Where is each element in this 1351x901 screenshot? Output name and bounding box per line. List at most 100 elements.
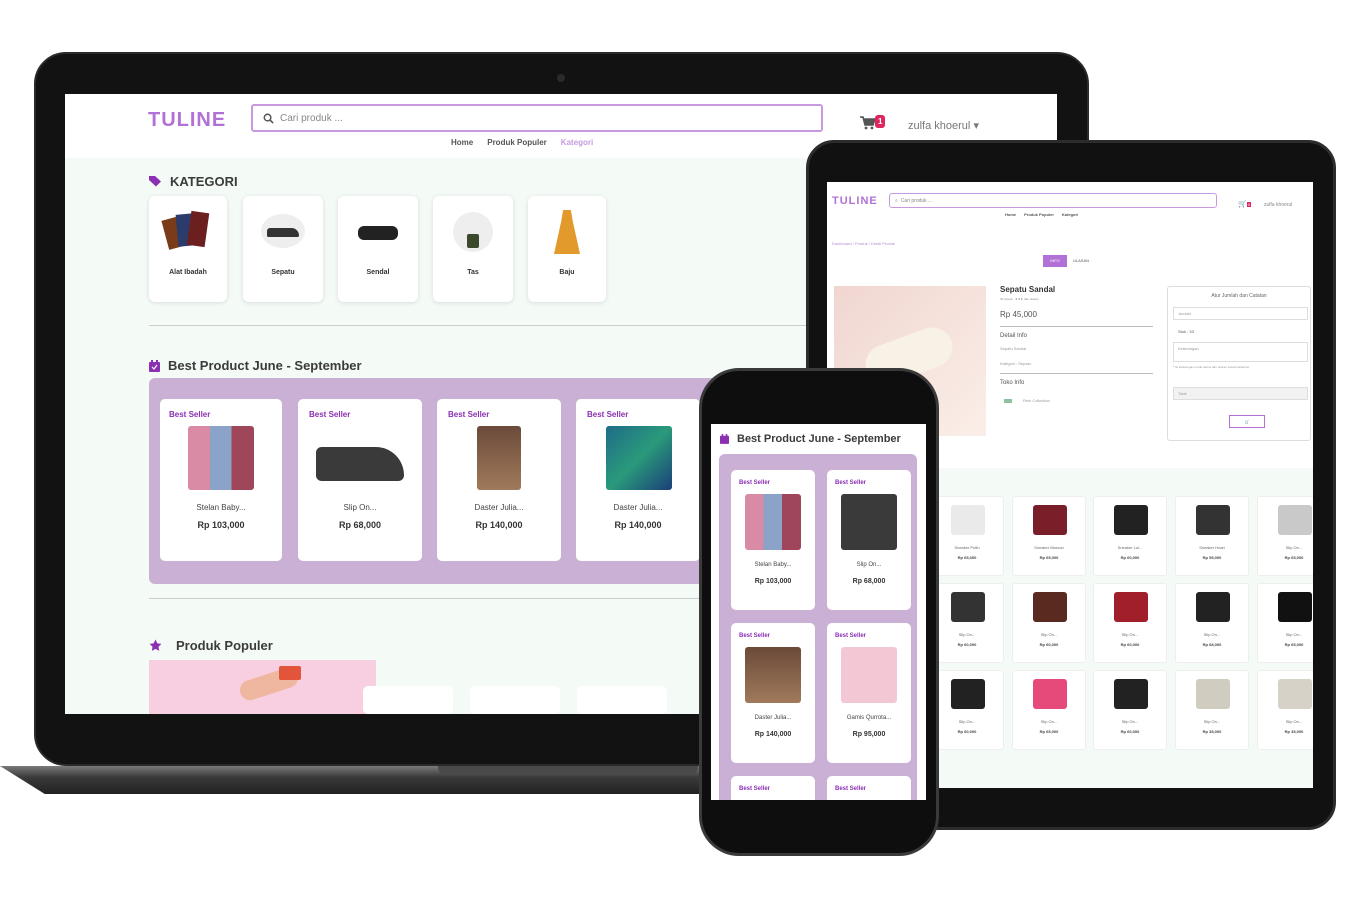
nav-kategori[interactable]: Kategori (561, 138, 593, 147)
tablet-product-card[interactable]: Slip On... Rp 60,000 (1012, 583, 1086, 663)
toko-name[interactable]: Rein Collection (1023, 398, 1050, 403)
star-icon (149, 639, 162, 651)
product-card[interactable]: Best Seller Stelan Baby... Rp 103,000 (160, 399, 282, 561)
product-price: Rp 60,000 (1120, 555, 1140, 560)
phone-product-card[interactable]: Best Seller (731, 776, 815, 800)
nav-home[interactable]: Home (1005, 212, 1016, 217)
product-price: Rp 60,000 (957, 642, 977, 647)
tablet-product-card[interactable]: Slip On... Rp 35,000 (1175, 670, 1249, 750)
tablet-product-card[interactable]: Slip On... Rp 60,000 (1093, 670, 1167, 750)
brand-logo[interactable]: TULINE (148, 109, 226, 132)
product-name: Slip On... (1203, 632, 1221, 637)
product-name: Slip On... (1040, 632, 1058, 637)
product-price: Rp 45,000 (1000, 310, 1037, 319)
product-price: Rp 65,000 (1039, 555, 1059, 560)
tablet-product-card[interactable]: Sneaker Maroon Rp 65,000 (1012, 496, 1086, 576)
product-name: Slip On... (856, 562, 882, 568)
detail-line: Kategori : Sepatu (1000, 361, 1031, 366)
populer-card[interactable] (363, 686, 453, 714)
populer-card[interactable] (470, 686, 560, 714)
populer-banner[interactable] (149, 660, 376, 714)
tablet-product-card[interactable]: Sneaker Hoari Rp 55,000 (1175, 496, 1249, 576)
toko-heading: Toko Info (1000, 380, 1025, 386)
category-card[interactable]: Baju (528, 196, 606, 302)
category-label: Baju (559, 269, 575, 276)
product-price: Rp 68,000 (852, 578, 886, 585)
product-card[interactable]: Best Seller Daster Julia... Rp 140,000 (576, 399, 700, 561)
product-name: Gamis Qurrota... (846, 715, 892, 721)
user-menu[interactable]: zulfa khoerul ▾ (908, 119, 979, 132)
cart-icon: 🛒 (1238, 201, 1247, 208)
phone-product-card[interactable]: Best Seller Daster Julia... Rp 140,000 (731, 623, 815, 763)
category-card[interactable]: Tas (433, 196, 513, 302)
search-input[interactable]: ⌕ Cari produk ... (889, 193, 1217, 208)
category-label: Alat Ibadah (169, 269, 207, 276)
product-price: Rp 65,000 (1284, 642, 1304, 647)
product-image (1278, 679, 1312, 709)
user-name[interactable]: zulfa khoerul (1264, 202, 1292, 208)
detail-line: Sepatu Sandal (1000, 346, 1027, 351)
note-textarea[interactable]: Keterangan (1173, 342, 1308, 362)
nav-kategori[interactable]: Kategori (1062, 212, 1078, 217)
phone-product-card[interactable]: Best Seller (827, 776, 911, 800)
product-price: Rp 55,000 (1202, 555, 1222, 560)
nav-produk-populer[interactable]: Produk Populer (1024, 212, 1054, 217)
brand-logo[interactable]: TULINE (832, 195, 878, 207)
tab-ulasan[interactable]: ULASAN (1073, 258, 1089, 263)
product-name: Sneaker Hoari (1199, 545, 1225, 550)
tablet-product-card[interactable]: Sneaker Putih Rp 65,000 (930, 496, 1004, 576)
product-price: Rp 65,000 (1039, 729, 1059, 734)
populer-card[interactable] (577, 686, 667, 714)
product-price: Rp 35,000 (1202, 729, 1222, 734)
phone-product-card[interactable]: Best Seller Slip On... Rp 68,000 (827, 470, 911, 610)
tablet-product-card[interactable]: Slip On... Rp 60,000 (930, 583, 1004, 663)
tablet-product-card[interactable]: Sneaker Lol... Rp 60,000 (1093, 496, 1167, 576)
product-title: Sepatu Sandal (1000, 285, 1056, 294)
qty-input[interactable]: Jumlah (1173, 307, 1308, 320)
product-image (1278, 505, 1312, 535)
cart-button[interactable]: 🛒0 (1238, 200, 1251, 208)
tablet-product-card[interactable]: Slip On... Rp 35,000 (1257, 670, 1313, 750)
search-placeholder: Cari produk ... (280, 112, 343, 124)
product-price: Rp 35,000 (1284, 729, 1304, 734)
product-image (1196, 592, 1230, 622)
tablet-product-card[interactable]: Slip On... Rp 65,000 (1012, 670, 1086, 750)
note-hint: * Isi keterangan untuk warna dan ukuran … (1173, 365, 1250, 369)
nav-home[interactable]: Home (451, 138, 473, 147)
product-price: Rp 60,000 (1039, 642, 1059, 647)
phone-product-card[interactable]: Best Seller Gamis Qurrota... Rp 95,000 (827, 623, 911, 763)
tablet-product-card[interactable]: Slip On... Rp 60,000 (1093, 583, 1167, 663)
nav-produk-populer[interactable]: Produk Populer (487, 138, 547, 147)
category-card[interactable]: Sendal (338, 196, 418, 302)
product-image (1033, 679, 1067, 709)
breadcrumb[interactable]: Dashboard / Produk / Detail Produk (832, 241, 895, 246)
product-name: Slip On... (1121, 632, 1139, 637)
tablet-product-card[interactable]: Slip On... Rp 65,000 (1257, 496, 1313, 576)
tablet-product-card[interactable]: Slip On... Rp 60,000 (930, 670, 1004, 750)
category-card[interactable]: Sepatu (243, 196, 323, 302)
add-to-cart-button[interactable]: 🛒 (1229, 415, 1265, 428)
product-image (188, 426, 254, 490)
cart-button[interactable]: 1 (860, 115, 886, 135)
tablet-product-card[interactable]: Slip On... Rp 65,000 (1257, 583, 1313, 663)
phone-best-title: Best Product June - September (737, 433, 901, 445)
product-name: Slip On... (1285, 632, 1303, 637)
phone-product-card[interactable]: Best Seller Stelan Baby... Rp 103,000 (731, 470, 815, 610)
product-card[interactable]: Best Seller Daster Julia... Rp 140,000 (437, 399, 561, 561)
product-name: Slip On... (1285, 545, 1303, 550)
product-image (316, 447, 404, 481)
search-input[interactable]: Cari produk ... (251, 104, 823, 132)
product-name: Slip On... (958, 632, 976, 637)
laptop-notch (438, 766, 698, 775)
tab-info[interactable]: INFO (1043, 255, 1067, 267)
product-name: Stelan Baby... (196, 503, 246, 512)
store-logo (1004, 399, 1012, 403)
tablet-product-card[interactable]: Slip On... Rp 68,000 (1175, 583, 1249, 663)
category-card[interactable]: Alat Ibadah (149, 196, 227, 302)
product-card[interactable]: Best Seller Slip On... Rp 68,000 (298, 399, 422, 561)
best-seller-badge: Best Seller (835, 633, 867, 639)
product-image (745, 494, 801, 550)
product-image (1114, 679, 1148, 709)
produk-populer-heading: Produk Populer (149, 638, 273, 653)
kategori-heading: KATEGORI (149, 174, 238, 189)
